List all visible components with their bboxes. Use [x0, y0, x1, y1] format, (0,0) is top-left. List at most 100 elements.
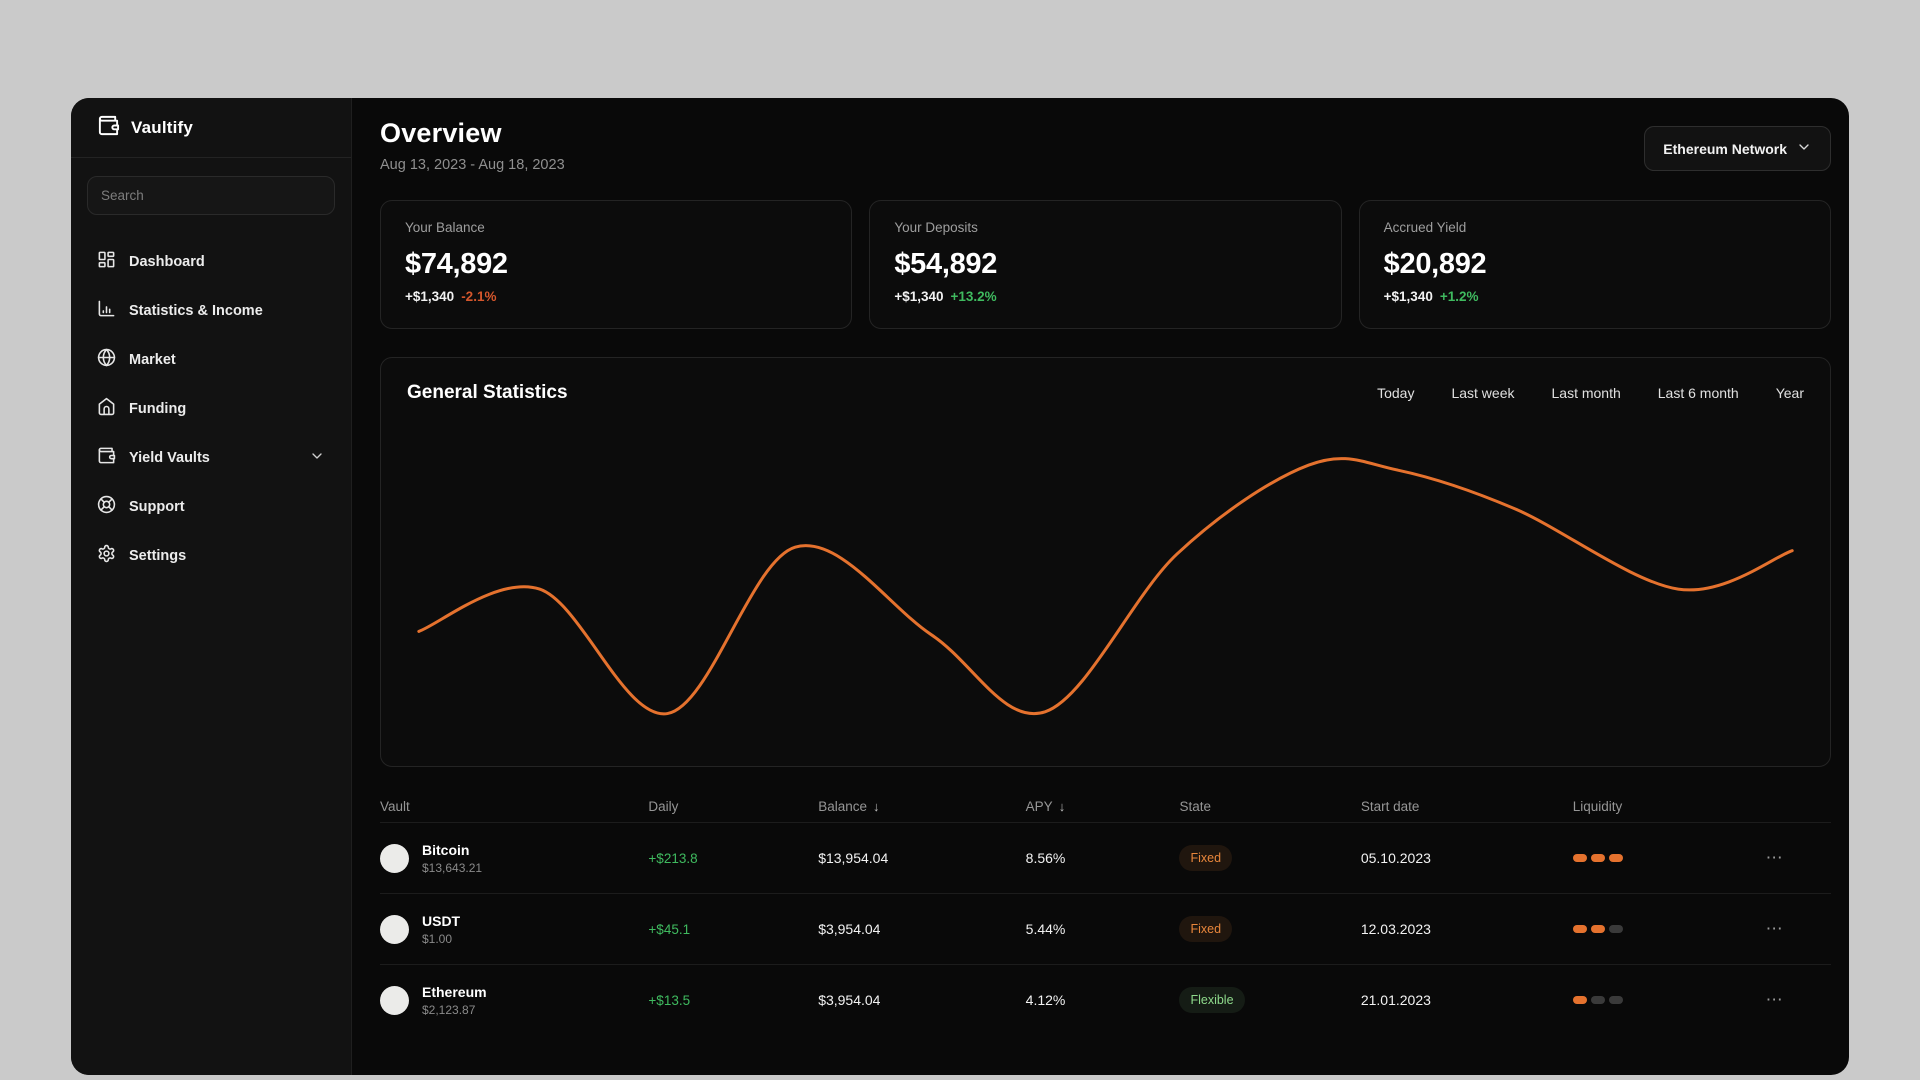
globe-icon [97, 348, 116, 371]
sidebar-item-funding[interactable]: Funding [71, 384, 351, 433]
liquidity-indicator [1572, 925, 1720, 933]
vault-name: Ethereum [422, 983, 487, 1000]
network-selector-label: Ethereum Network [1663, 140, 1787, 157]
date-range: Aug 13, 2023 - Aug 18, 2023 [380, 157, 565, 173]
statistics-line-chart [407, 414, 1804, 768]
gear-icon [97, 544, 116, 567]
sort-desc-icon: ↓ [872, 798, 880, 814]
coin-avatar [380, 985, 409, 1015]
chevron-down-icon [1796, 139, 1812, 158]
sidebar-menu: Dashboard Statistics & Income Market Fun… [71, 237, 351, 580]
delta-percent: -2.1% [461, 289, 497, 304]
stat-card-balance: Your Balance $74,892 +$1,340 -2.1% [380, 200, 853, 329]
liquidity-indicator [1572, 996, 1720, 1004]
sidebar-item-settings[interactable]: Settings [71, 531, 351, 580]
sidebar-item-market[interactable]: Market [71, 335, 351, 384]
delta-percent: +1.2% [1439, 289, 1479, 304]
search-box[interactable] [87, 176, 335, 215]
column-header-start-date[interactable]: Start date [1361, 799, 1573, 814]
filter-last-week[interactable]: Last week [1451, 385, 1514, 401]
stat-card-label: Accrued Yield [1383, 220, 1467, 235]
stat-card-deposits: Your Deposits $54,892 +$1,340 +13.2% [869, 200, 1342, 329]
stat-card-delta: +$1,340 +13.2% [894, 289, 1316, 304]
delta-percent: +13.2% [950, 289, 997, 304]
sidebar-item-label: Settings [129, 547, 187, 564]
balance-value: $3,954.04 [818, 992, 881, 1008]
vault-price: $2,123.87 [422, 1002, 476, 1017]
app-name: Vaultify [131, 117, 194, 137]
sidebar: Vaultify Dashboard [71, 98, 352, 1075]
balance-value: $3,954.04 [818, 921, 881, 937]
stat-cards: Your Balance $74,892 +$1,340 -2.1% Your … [380, 200, 1831, 329]
daily-change: +$13.5 [648, 992, 691, 1008]
vault-name: Bitcoin [422, 841, 470, 858]
sidebar-item-label: Yield Vaults [129, 449, 210, 466]
lifebuoy-icon [97, 495, 116, 518]
start-date: 05.10.2023 [1360, 850, 1431, 866]
sidebar-item-label: Statistics & Income [129, 302, 263, 319]
filter-last-month[interactable]: Last month [1552, 385, 1621, 401]
sidebar-item-yield-vaults[interactable]: Yield Vaults [71, 433, 351, 482]
vault-price: $13,643.21 [422, 860, 483, 875]
column-header-apy[interactable]: APY ↓ [1026, 799, 1180, 814]
column-header-state[interactable]: State [1179, 799, 1360, 814]
stat-card-label: Your Balance [405, 220, 485, 235]
search-input[interactable] [101, 188, 321, 203]
stat-card-value: $74,892 [405, 248, 508, 280]
sidebar-item-label: Dashboard [129, 253, 205, 270]
stat-card-delta: +$1,340 +1.2% [1384, 289, 1806, 304]
apy-value: 5.44% [1025, 921, 1066, 937]
start-date: 21.01.2023 [1360, 992, 1431, 1008]
apy-value: 8.56% [1025, 850, 1066, 866]
filter-year[interactable]: Year [1776, 385, 1804, 401]
column-header-daily[interactable]: Daily [648, 799, 818, 814]
time-range-filters: Today Last week Last month Last 6 month … [1377, 385, 1804, 401]
daily-change: +$213.8 [648, 850, 698, 866]
stat-card-label: Your Deposits [894, 220, 978, 235]
app-window: Vaultify Dashboard [71, 98, 1849, 1075]
wallet-icon [97, 446, 116, 469]
delta-absolute: +$1,340 [1383, 289, 1433, 304]
apy-value: 4.12% [1025, 992, 1066, 1008]
daily-change: +$45.1 [648, 921, 691, 937]
liquidity-indicator [1572, 854, 1720, 862]
table-row-usdt[interactable]: USDT $1.00 +$45.1 $3,954.04 5.44% Fixed … [380, 893, 1831, 964]
state-badge: Fixed [1179, 845, 1233, 871]
row-menu-ellipsis-icon[interactable]: ⋯ [1719, 919, 1831, 939]
page-title: Overview [380, 118, 502, 148]
stat-card-delta: +$1,340 -2.1% [405, 289, 827, 304]
bar-chart-icon [97, 299, 116, 322]
coin-avatar [380, 843, 409, 873]
network-selector-button[interactable]: Ethereum Network [1644, 126, 1831, 171]
page-header: Overview Aug 13, 2023 - Aug 18, 2023 Eth… [380, 118, 1831, 173]
coin-avatar [380, 914, 409, 944]
filter-today[interactable]: Today [1377, 385, 1414, 401]
sidebar-item-support[interactable]: Support [71, 482, 351, 531]
table-row-bitcoin[interactable]: Bitcoin $13,643.21 +$213.8 $13,954.04 8.… [380, 822, 1831, 893]
vault-name: USDT [422, 912, 461, 929]
main-content: Overview Aug 13, 2023 - Aug 18, 2023 Eth… [352, 98, 1849, 1075]
start-date: 12.03.2023 [1360, 921, 1431, 937]
column-header-liquidity[interactable]: Liquidity [1573, 799, 1720, 814]
stat-card-value: $20,892 [1383, 248, 1487, 280]
sidebar-item-dashboard[interactable]: Dashboard [71, 237, 351, 286]
home-icon [97, 397, 116, 420]
sort-desc-icon: ↓ [1058, 798, 1066, 814]
vaults-table: Vault Daily Balance ↓ APY ↓ State Start da… [380, 790, 1831, 1035]
app-logo: Vaultify [71, 98, 351, 158]
state-badge: Fixed [1179, 916, 1233, 942]
general-statistics-panel: General Statistics Today Last week Last … [380, 357, 1831, 767]
row-menu-ellipsis-icon[interactable]: ⋯ [1719, 990, 1831, 1010]
delta-absolute: +$1,340 [894, 289, 944, 304]
row-menu-ellipsis-icon[interactable]: ⋯ [1719, 848, 1831, 868]
filter-last-6-month[interactable]: Last 6 month [1658, 385, 1739, 401]
table-row-ethereum[interactable]: Ethereum $2,123.87 +$13.5 $3,954.04 4.12… [380, 964, 1831, 1035]
column-header-balance[interactable]: Balance ↓ [818, 799, 1025, 814]
sidebar-item-statistics-income[interactable]: Statistics & Income [71, 286, 351, 335]
stat-card-value: $54,892 [894, 248, 998, 280]
balance-value: $13,954.04 [818, 850, 889, 866]
dashboard-grid-icon [97, 250, 116, 273]
sidebar-item-label: Funding [129, 400, 187, 417]
column-header-vault[interactable]: Vault [380, 799, 648, 814]
chevron-down-icon[interactable] [309, 448, 325, 468]
